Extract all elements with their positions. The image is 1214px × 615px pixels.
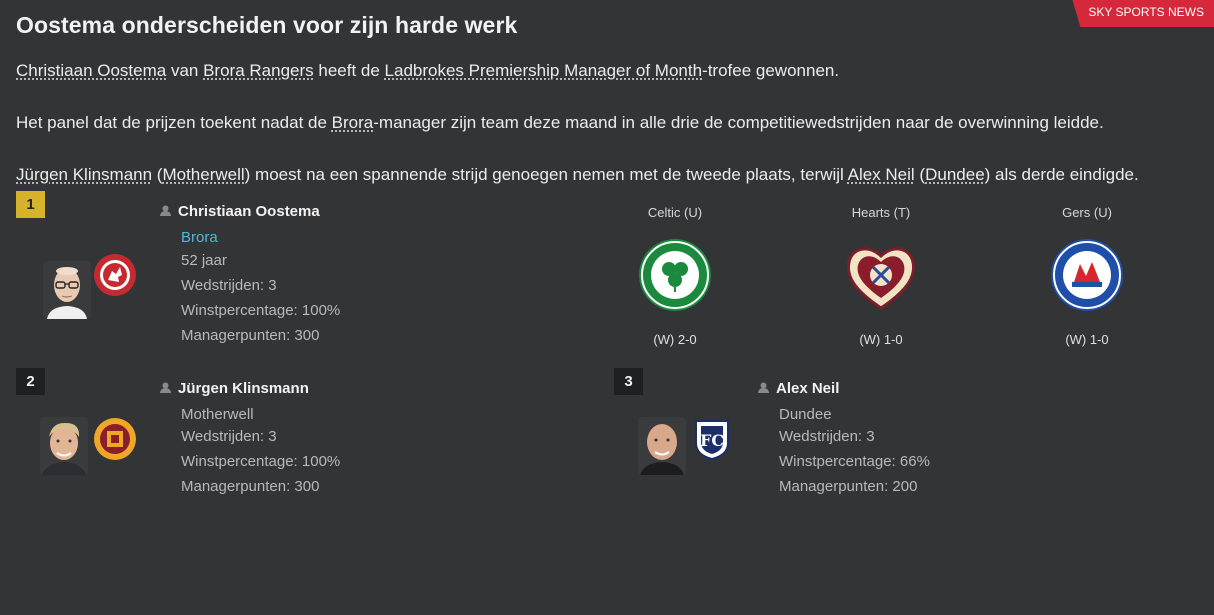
celtic-crest-icon[interactable] (638, 238, 712, 312)
source-badge: SKY SPORTS NEWS (1072, 0, 1214, 27)
club-name-second: Motherwell (181, 406, 254, 423)
manager-name-third[interactable]: Alex Neil (758, 380, 839, 397)
manager-age: 52 jaar (181, 252, 227, 269)
text-fragment: -trofee gewonnen. (702, 61, 840, 80)
matches-stat: Wedstrijden: 3 (181, 277, 277, 294)
club-link-motherwell[interactable]: Motherwell (162, 165, 244, 184)
manager-link-oostema[interactable]: Christiaan Oostema (16, 61, 166, 80)
rank-badge-3: 3 (614, 368, 643, 395)
person-icon (160, 205, 171, 216)
result-score-rangers: (W) 1-0 (1065, 332, 1109, 347)
result-team-rangers: Gers (U) (1062, 205, 1112, 220)
matches-stat: Wedstrijden: 3 (181, 428, 277, 445)
rank-badge-2: 2 (16, 368, 45, 395)
manager-name-first[interactable]: Christiaan Oostema (160, 203, 320, 220)
hearts-crest-icon[interactable] (844, 238, 918, 312)
text-fragment: -manager zijn team deze maand in alle dr… (373, 113, 1104, 132)
manager-photo-klinsmann[interactable] (40, 417, 88, 475)
paragraph-award: Christiaan Oostema van Brora Rangers hee… (16, 61, 839, 81)
svg-text:FC: FC (700, 431, 724, 450)
win-percentage-stat: Winstpercentage: 66% (779, 453, 930, 470)
manager-photo-oostema[interactable] (43, 261, 91, 319)
manager-points-stat: Managerpunten: 300 (181, 478, 320, 495)
text-fragment: heeft de (313, 61, 385, 80)
manager-name-text: Alex Neil (776, 380, 840, 397)
manager-points-stat: Managerpunten: 200 (779, 478, 918, 495)
manager-name-text: Christiaan Oostema (178, 203, 320, 220)
manager-link-klinsmann[interactable]: Jürgen Klinsmann (16, 165, 152, 184)
manager-name-second[interactable]: Jürgen Klinsmann (160, 380, 309, 397)
club-link-brora[interactable]: Brora (332, 113, 374, 132)
rangers-crest-icon[interactable] (1050, 238, 1124, 312)
manager-photo-neil[interactable] (638, 417, 686, 475)
brora-crest-icon[interactable] (93, 253, 137, 297)
text-fragment: ( (914, 165, 926, 184)
text-fragment: ) moest na een spannende strijd genoegen… (244, 165, 848, 184)
result-score-celtic: (W) 2-0 (653, 332, 697, 347)
person-icon (758, 382, 769, 393)
result-score-hearts: (W) 1-0 (859, 332, 903, 347)
dundee-crest-icon[interactable]: FC (690, 417, 734, 461)
club-name-third: Dundee (779, 406, 832, 423)
manager-link-neil[interactable]: Alex Neil (848, 165, 915, 184)
manager-name-text: Jürgen Klinsmann (178, 380, 309, 397)
text-fragment: ) als derde eindigde. (984, 165, 1139, 184)
matches-stat: Wedstrijden: 3 (779, 428, 875, 445)
text-fragment: ( (152, 165, 163, 184)
result-team-celtic: Celtic (U) (647, 205, 703, 220)
text-fragment: Het panel dat de prijzen toekent nadat d… (16, 113, 332, 132)
rank-badge-1: 1 (16, 191, 45, 218)
club-link-brora-rangers[interactable]: Brora Rangers (203, 61, 314, 80)
paragraph-runners-up: Jürgen Klinsmann (Motherwell) moest na e… (16, 165, 1139, 185)
win-percentage-stat: Winstpercentage: 100% (181, 302, 341, 319)
manager-points-stat: Managerpunten: 300 (181, 327, 320, 344)
result-team-hearts: Hearts (T) (851, 205, 911, 220)
text-fragment: van (166, 61, 204, 80)
club-link-first[interactable]: Brora (181, 229, 218, 246)
news-headline: Oostema onderscheiden voor zijn harde we… (16, 12, 518, 38)
win-percentage-stat: Winstpercentage: 100% (181, 453, 341, 470)
paragraph-panel: Het panel dat de prijzen toekent nadat d… (16, 113, 1104, 133)
award-link[interactable]: Ladbrokes Premiership Manager of Month (385, 61, 703, 80)
club-link-dundee[interactable]: Dundee (925, 165, 985, 184)
motherwell-crest-icon[interactable] (93, 417, 137, 461)
person-icon (160, 382, 171, 393)
